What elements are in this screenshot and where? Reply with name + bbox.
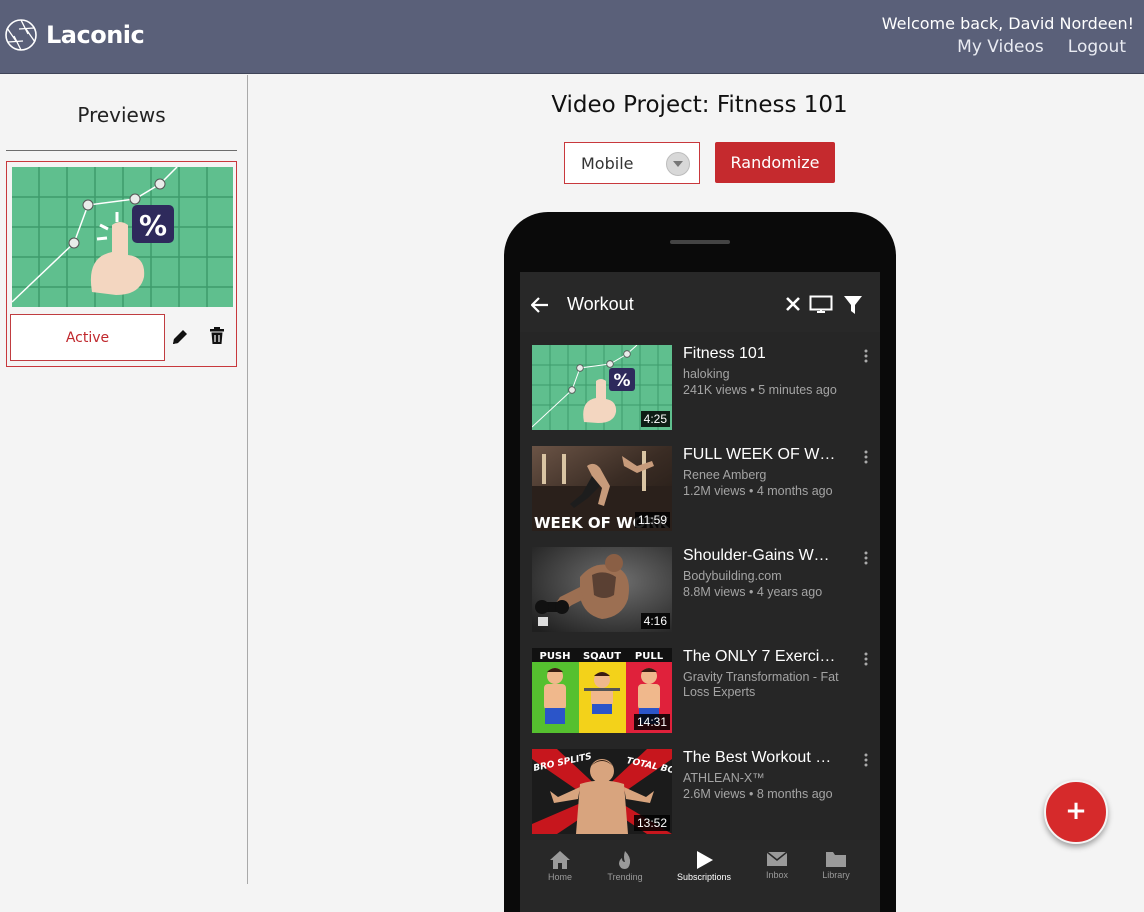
project-title: Video Project: Fitness 101 bbox=[551, 92, 848, 118]
nav-library[interactable]: Library bbox=[800, 850, 872, 880]
video-item-fitness-101[interactable]: % 4:25 Fitness 101 haloking 241K views •… bbox=[520, 345, 880, 431]
nav-home[interactable]: Home bbox=[524, 850, 596, 882]
more-options-icon[interactable] bbox=[862, 652, 870, 666]
home-icon bbox=[550, 851, 570, 869]
flame-icon bbox=[619, 851, 631, 869]
plus-icon: + bbox=[1065, 796, 1087, 826]
nav-subscriptions[interactable]: Subscriptions bbox=[668, 850, 740, 882]
randomize-button[interactable]: Randomize bbox=[715, 142, 835, 183]
add-project-button[interactable]: + bbox=[1044, 780, 1108, 844]
play-icon bbox=[697, 851, 713, 869]
logout-link[interactable]: Logout bbox=[1068, 37, 1126, 57]
pull-label: PULL bbox=[635, 651, 664, 662]
phone-speaker bbox=[670, 240, 730, 244]
appbar-title: Workout bbox=[567, 294, 634, 314]
video-channel[interactable]: Renee Amberg bbox=[683, 468, 858, 483]
device-select-value: Mobile bbox=[581, 153, 634, 173]
more-options-icon[interactable] bbox=[862, 551, 870, 565]
preview-card[interactable]: % Active bbox=[6, 161, 237, 367]
video-duration: 4:16 bbox=[640, 613, 670, 629]
top-navbar: Laconic Welcome back, David Nordeen! My … bbox=[0, 0, 1144, 74]
phone-frame: Workout % 4:25 Fitness 101 haloking 241K… bbox=[504, 212, 896, 912]
video-channel[interactable]: Gravity Transformation - Fat Loss Expert… bbox=[683, 670, 858, 700]
percent-glyph-small: % bbox=[613, 371, 630, 391]
video-channel[interactable]: haloking bbox=[683, 367, 858, 382]
mail-icon bbox=[766, 851, 788, 866]
video-channel[interactable]: Bodybuilding.com bbox=[683, 569, 858, 584]
video-meta: 8.8M views • 4 years ago bbox=[683, 585, 823, 599]
video-meta: 241K views • 5 minutes ago bbox=[683, 383, 837, 397]
phone-bottom-nav: Home Trending Subscriptions Inbox Librar… bbox=[520, 840, 880, 912]
preview-thumbnail[interactable]: % bbox=[12, 167, 233, 307]
my-videos-link[interactable]: My Videos bbox=[957, 37, 1044, 57]
filter-icon[interactable] bbox=[843, 295, 863, 315]
aperture-icon bbox=[5, 19, 37, 51]
chevron-down-icon[interactable] bbox=[666, 152, 690, 176]
video-meta: 2.6M views • 8 months ago bbox=[683, 787, 833, 801]
brand-logo[interactable]: Laconic bbox=[4, 18, 145, 52]
phone-appbar: Workout bbox=[520, 272, 880, 332]
video-duration: 14:31 bbox=[633, 714, 670, 730]
phone-screen: Workout % 4:25 Fitness 101 haloking 241K… bbox=[520, 272, 880, 912]
video-thumbnail[interactable]: 4:16 bbox=[532, 547, 672, 632]
video-thumbnail[interactable]: WEEK OF WORK 11:59 bbox=[532, 446, 672, 531]
video-title[interactable]: The Best Workout Split bbox=[683, 749, 838, 767]
video-thumbnail[interactable]: BRO SPLITS TOTAL BODY 13:52 bbox=[532, 749, 672, 834]
nav-label: Trending bbox=[607, 872, 643, 882]
video-duration: 11:59 bbox=[634, 512, 670, 528]
nav-label: Library bbox=[822, 870, 850, 880]
video-item-best-workout[interactable]: BRO SPLITS TOTAL BODY 13:52 The Best Wor… bbox=[520, 749, 880, 835]
nav-trending[interactable]: Trending bbox=[589, 850, 661, 882]
nav-label: Home bbox=[547, 872, 572, 882]
percent-glyph: % bbox=[139, 209, 167, 242]
more-options-icon[interactable] bbox=[862, 450, 870, 464]
video-duration: 4:25 bbox=[640, 411, 670, 427]
sidebar-title: Previews bbox=[77, 103, 166, 127]
video-item-shoulder-gains[interactable]: 4:16 Shoulder-Gains Workout Bodybuilding… bbox=[520, 547, 880, 633]
active-status-button[interactable]: Active bbox=[10, 314, 165, 361]
video-title[interactable]: Shoulder-Gains Workout bbox=[683, 547, 838, 565]
close-icon[interactable] bbox=[785, 296, 801, 312]
device-select[interactable]: Mobile bbox=[564, 142, 700, 184]
sidebar-divider bbox=[6, 150, 237, 151]
welcome-message: Welcome back, David Nordeen! bbox=[881, 14, 1134, 33]
video-channel[interactable]: ATHLEAN-X™ bbox=[683, 771, 858, 786]
video-item-full-week[interactable]: WEEK OF WORK 11:59 FULL WEEK OF WORKOUTS… bbox=[520, 446, 880, 532]
more-options-icon[interactable] bbox=[862, 349, 870, 363]
video-title[interactable]: The ONLY 7 Exercises bbox=[683, 648, 838, 666]
squat-label: SQAUT bbox=[583, 651, 621, 662]
header-links: My Videos Logout bbox=[957, 37, 1126, 57]
trash-icon[interactable] bbox=[207, 326, 227, 346]
video-meta: 1.2M views • 4 months ago bbox=[683, 484, 833, 498]
nav-label: Subscriptions bbox=[676, 872, 732, 882]
video-duration: 13:52 bbox=[633, 815, 670, 831]
video-title[interactable]: FULL WEEK OF WORKOUTS bbox=[683, 446, 838, 464]
previews-sidebar: Previews % Active bbox=[0, 75, 248, 884]
brand-name: Laconic bbox=[46, 21, 145, 49]
video-title[interactable]: Fitness 101 bbox=[683, 345, 838, 363]
video-item-only-7-exercises[interactable]: PUSH SQAUT PULL 14:31 The ONLY 7 Exercis… bbox=[520, 648, 880, 734]
video-thumbnail[interactable]: % 4:25 bbox=[532, 345, 672, 430]
more-options-icon[interactable] bbox=[862, 753, 870, 767]
monitor-icon[interactable] bbox=[809, 295, 833, 315]
folder-icon bbox=[826, 852, 846, 867]
video-thumbnail[interactable]: PUSH SQAUT PULL 14:31 bbox=[532, 648, 672, 733]
push-label: PUSH bbox=[539, 651, 570, 662]
back-arrow-icon[interactable] bbox=[531, 296, 549, 314]
pencil-icon[interactable] bbox=[170, 327, 190, 347]
